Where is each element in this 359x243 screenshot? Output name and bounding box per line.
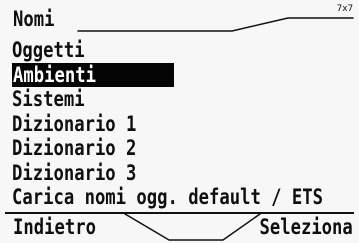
menu-item-label: Oggetti (12, 38, 85, 62)
lcd-screen: Nomi 7x7 Oggetti Ambienti Sistemi Dizion… (0, 0, 359, 243)
menu-item-label: Dizionario 3 (12, 160, 137, 185)
screen-title: Nomi (13, 7, 55, 31)
menu-item-label: Ambienti (13, 62, 96, 87)
menu-item-label: Dizionario 1 (12, 111, 137, 136)
menu-item-dizionario-3[interactable]: Dizionario 3 (12, 161, 354, 186)
menu-item-dizionario-1[interactable]: Dizionario 1 (12, 112, 354, 137)
menu-item-dizionario-2[interactable]: Dizionario 2 (12, 136, 354, 161)
menu-item-label: Dizionario 2 (12, 136, 137, 160)
select-softkey[interactable]: Seleziona (239, 213, 353, 241)
page-counter: 7x7 (336, 4, 353, 14)
menu-item-label: Sistemi (12, 87, 85, 111)
menu-item-label: Carica nomi ogg. default / ETS (12, 185, 324, 209)
menu-item-carica-nomi-default[interactable]: Carica nomi ogg. default / ETS (12, 185, 354, 210)
back-softkey[interactable]: Indietro (13, 213, 114, 241)
menu-item-sistemi[interactable]: Sistemi (12, 87, 354, 112)
menu-list: Oggetti Ambienti Sistemi Dizionario 1 Di… (12, 38, 354, 210)
menu-item-oggetti[interactable]: Oggetti (12, 38, 354, 63)
menu-item-ambienti[interactable]: Ambienti (12, 62, 174, 87)
select-softkey-label: Seleziona (259, 215, 353, 239)
softkey-bar: Indietro Seleziona (0, 213, 359, 243)
back-softkey-label: Indietro (13, 215, 96, 239)
